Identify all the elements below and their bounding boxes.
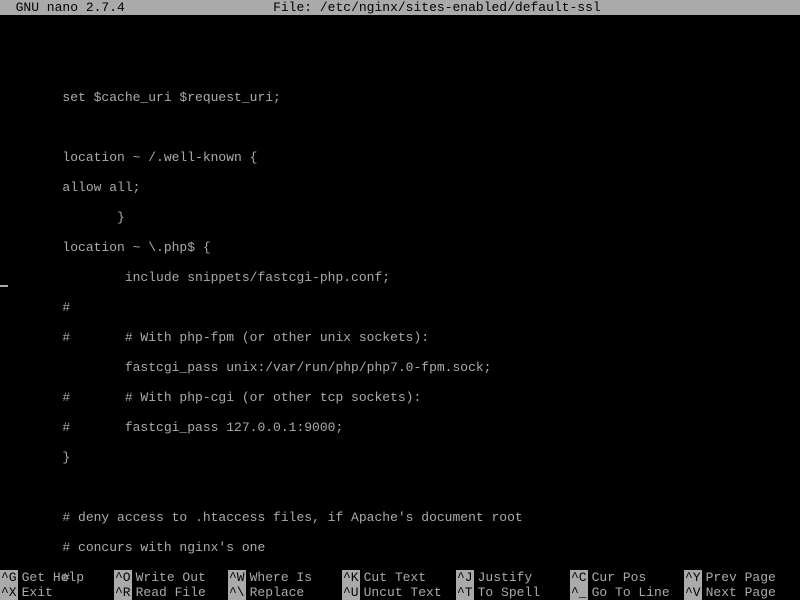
shortcut-key: ^R [114,585,132,600]
shortcut-bar: ^GGet Help ^OWrite Out ^WWhere Is ^KCut … [0,570,800,600]
shortcut-key: ^J [456,570,474,585]
shortcut-label: Cur Pos [588,570,647,585]
shortcut-read-file[interactable]: ^RRead File [114,585,228,600]
shortcut-prev-page[interactable]: ^YPrev Page [684,570,798,585]
shortcut-row-2: ^XExit ^RRead File ^\Replace ^UUncut Tex… [0,585,800,600]
editor-line: location ~ \.php$ { [0,240,800,255]
shortcut-key: ^V [684,585,702,600]
shortcut-label: Justify [474,570,533,585]
shortcut-key: ^Y [684,570,702,585]
editor-area[interactable]: set $cache_uri $request_uri; location ~ … [0,15,800,600]
shortcut-uncut-text[interactable]: ^UUncut Text [342,585,456,600]
shortcut-to-spell[interactable]: ^TTo Spell [456,585,570,600]
shortcut-label: Where Is [246,570,312,585]
shortcut-cur-pos[interactable]: ^CCur Pos [570,570,684,585]
editor-line: fastcgi_pass unix:/var/run/php/php7.0-fp… [0,360,800,375]
shortcut-go-to-line[interactable]: ^_Go To Line [570,585,684,600]
editor-line [0,480,800,495]
shortcut-label: Uncut Text [360,585,442,600]
editor-line: location ~ /.well-known { [0,150,800,165]
shortcut-key: ^T [456,585,474,600]
shortcut-cut-text[interactable]: ^KCut Text [342,570,456,585]
shortcut-next-page[interactable]: ^VNext Page [684,585,798,600]
app-version: GNU nano 2.7.4 [0,0,125,15]
shortcut-label: Get Help [18,570,84,585]
editor-line: allow all; [0,180,800,195]
shortcut-label: Read File [132,585,206,600]
editor-line: } [0,450,800,465]
editor-line: # [0,300,800,315]
editor-line: # deny access to .htaccess files, if Apa… [0,510,800,525]
cursor-icon [0,285,8,287]
shortcut-label: Write Out [132,570,206,585]
shortcut-label: Replace [246,585,305,600]
editor-line: # # With php-cgi (or other tcp sockets): [0,390,800,405]
editor-line: set $cache_uri $request_uri; [0,90,800,105]
shortcut-write-out[interactable]: ^OWrite Out [114,570,228,585]
shortcut-replace[interactable]: ^\Replace [228,585,342,600]
editor-line [0,30,800,45]
shortcut-label: To Spell [474,585,540,600]
shortcut-label: Cut Text [360,570,426,585]
shortcut-label: Next Page [702,585,776,600]
shortcut-key: ^C [570,570,588,585]
titlebar: GNU nano 2.7.4 File: /etc/nginx/sites-en… [0,0,800,15]
shortcut-label: Prev Page [702,570,776,585]
editor-line: include snippets/fastcgi-php.conf; [0,270,800,285]
shortcut-key: ^G [0,570,18,585]
shortcut-key: ^K [342,570,360,585]
titlebar-spacer [125,0,273,15]
shortcut-key: ^O [114,570,132,585]
shortcut-justify[interactable]: ^JJustify [456,570,570,585]
shortcut-label: Go To Line [588,585,670,600]
shortcut-key: ^X [0,585,18,600]
shortcut-exit[interactable]: ^XExit [0,585,114,600]
editor-line [0,120,800,135]
shortcut-key: ^W [228,570,246,585]
shortcut-key: ^_ [570,585,588,600]
editor-line [0,60,800,75]
editor-line: # concurs with nginx's one [0,540,800,555]
file-path: File: /etc/nginx/sites-enabled/default-s… [273,0,601,15]
shortcut-key: ^U [342,585,360,600]
editor-line: } [0,210,800,225]
shortcut-get-help[interactable]: ^GGet Help [0,570,114,585]
editor-line: # # With php-fpm (or other unix sockets)… [0,330,800,345]
shortcut-key: ^\ [228,585,246,600]
shortcut-label: Exit [18,585,53,600]
shortcut-row-1: ^GGet Help ^OWrite Out ^WWhere Is ^KCut … [0,570,800,585]
editor-line: # fastcgi_pass 127.0.0.1:9000; [0,420,800,435]
shortcut-where-is[interactable]: ^WWhere Is [228,570,342,585]
